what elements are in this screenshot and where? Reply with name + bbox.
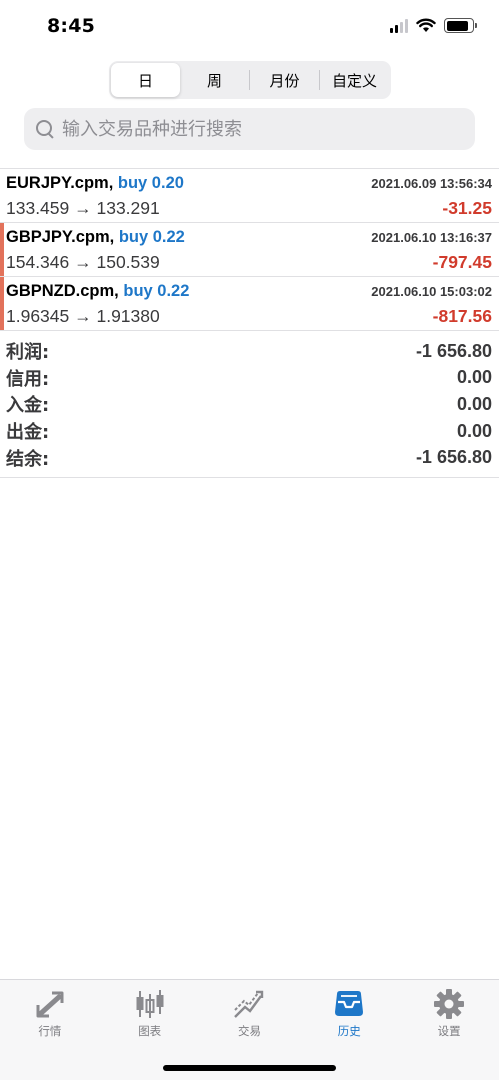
trade-icon: [234, 990, 264, 1018]
trade-row[interactable]: GBPJPY.cpm, buy 0.22 2021.06.10 13:16:37…: [0, 223, 499, 277]
cellular-signal-icon: [390, 18, 408, 33]
status-time: 8:45: [47, 15, 96, 37]
history-icon: [335, 991, 364, 1016]
bottom-tab-bar: 行情 图表 交易 历史 设置: [0, 979, 499, 1080]
tab-label: 历史: [337, 1024, 361, 1038]
trade-prices: 154.346 → 150.539: [6, 252, 160, 272]
tab-label: 行情: [38, 1024, 62, 1038]
summary-label: 信用:: [6, 368, 50, 390]
trade-side-volume: buy 0.20: [117, 174, 184, 192]
battery-icon: [444, 18, 477, 33]
trade-symbol-name: GBPJPY.cpm,: [6, 228, 115, 246]
trade-time: 2021.06.10 13:16:37: [371, 230, 492, 245]
search-icon: [34, 118, 56, 140]
trade-profit: -817.56: [432, 306, 492, 326]
summary-row-profit: 利润: -1 656.80: [0, 338, 499, 365]
period-tab-week[interactable]: 周: [180, 63, 249, 97]
settings-gear-icon: [434, 989, 465, 1019]
trade-prices: 1.96345 → 1.91380: [6, 306, 160, 326]
trade-profit: -31.25: [442, 198, 492, 218]
summary-label: 结余:: [6, 448, 50, 470]
summary-value: -1 656.80: [415, 447, 492, 468]
summary-label: 入金:: [6, 395, 50, 417]
period-segmented-control: 日 周 月份 自定义: [109, 61, 391, 99]
tab-label: 图表: [138, 1024, 162, 1038]
trade-time: 2021.06.10 15:03:02: [371, 284, 492, 299]
status-bar: 8:45: [0, 0, 499, 52]
trade-symbol-name: EURJPY.cpm,: [6, 174, 114, 192]
search-bar[interactable]: [24, 108, 475, 150]
summary-value: 0.00: [456, 367, 492, 388]
trade-time: 2021.06.09 13:56:34: [371, 176, 492, 191]
wifi-icon: [416, 18, 436, 32]
period-tab-month[interactable]: 月份: [250, 63, 319, 97]
summary-label: 出金:: [6, 422, 50, 444]
tab-history[interactable]: 历史: [299, 980, 399, 1050]
trade-row[interactable]: GBPNZD.cpm, buy 0.22 2021.06.10 15:03:02…: [0, 277, 499, 331]
tab-settings[interactable]: 设置: [399, 980, 499, 1050]
summary-row-credit: 信用: 0.00: [0, 365, 499, 392]
summary-row-balance: 结余: -1 656.80: [0, 444, 499, 471]
quotes-icon: [36, 991, 64, 1018]
period-tab-day[interactable]: 日: [111, 63, 180, 97]
trade-prices: 133.459 → 133.291: [6, 198, 160, 218]
summary-value: 0.00: [456, 420, 492, 441]
history-summary: 利润: -1 656.80 信用: 0.00 入金: 0.00 出金: 0.00…: [0, 338, 499, 478]
trade-symbol: EURJPY.cpm, buy 0.20: [6, 174, 184, 193]
summary-label: 利润:: [6, 342, 50, 364]
trade-profit: -797.45: [432, 252, 492, 272]
summary-value: -1 656.80: [415, 340, 492, 361]
status-icons: [390, 18, 477, 33]
trade-symbol: GBPNZD.cpm, buy 0.22: [6, 282, 189, 301]
tab-quotes[interactable]: 行情: [0, 980, 100, 1050]
tab-label: 设置: [437, 1024, 461, 1038]
trade-row[interactable]: EURJPY.cpm, buy 0.20 2021.06.09 13:56:34…: [0, 169, 499, 223]
trade-history-list: EURJPY.cpm, buy 0.20 2021.06.09 13:56:34…: [0, 168, 499, 331]
summary-row-withdrawal: 出金: 0.00: [0, 418, 499, 445]
tab-trade[interactable]: 交易: [200, 980, 300, 1050]
trade-side-volume: buy 0.22: [118, 228, 185, 246]
period-tab-custom[interactable]: 自定义: [320, 63, 389, 97]
trade-symbol-name: GBPNZD.cpm,: [6, 282, 119, 300]
chart-candles-icon: [136, 990, 164, 1018]
tab-label: 交易: [237, 1024, 261, 1038]
tab-charts[interactable]: 图表: [100, 980, 200, 1050]
summary-row-deposit: 入金: 0.00: [0, 391, 499, 418]
trade-symbol: GBPJPY.cpm, buy 0.22: [6, 228, 185, 247]
search-input[interactable]: [62, 118, 452, 140]
trade-side-volume: buy 0.22: [123, 282, 190, 300]
summary-value: 0.00: [456, 393, 492, 414]
home-indicator: [163, 1065, 336, 1071]
